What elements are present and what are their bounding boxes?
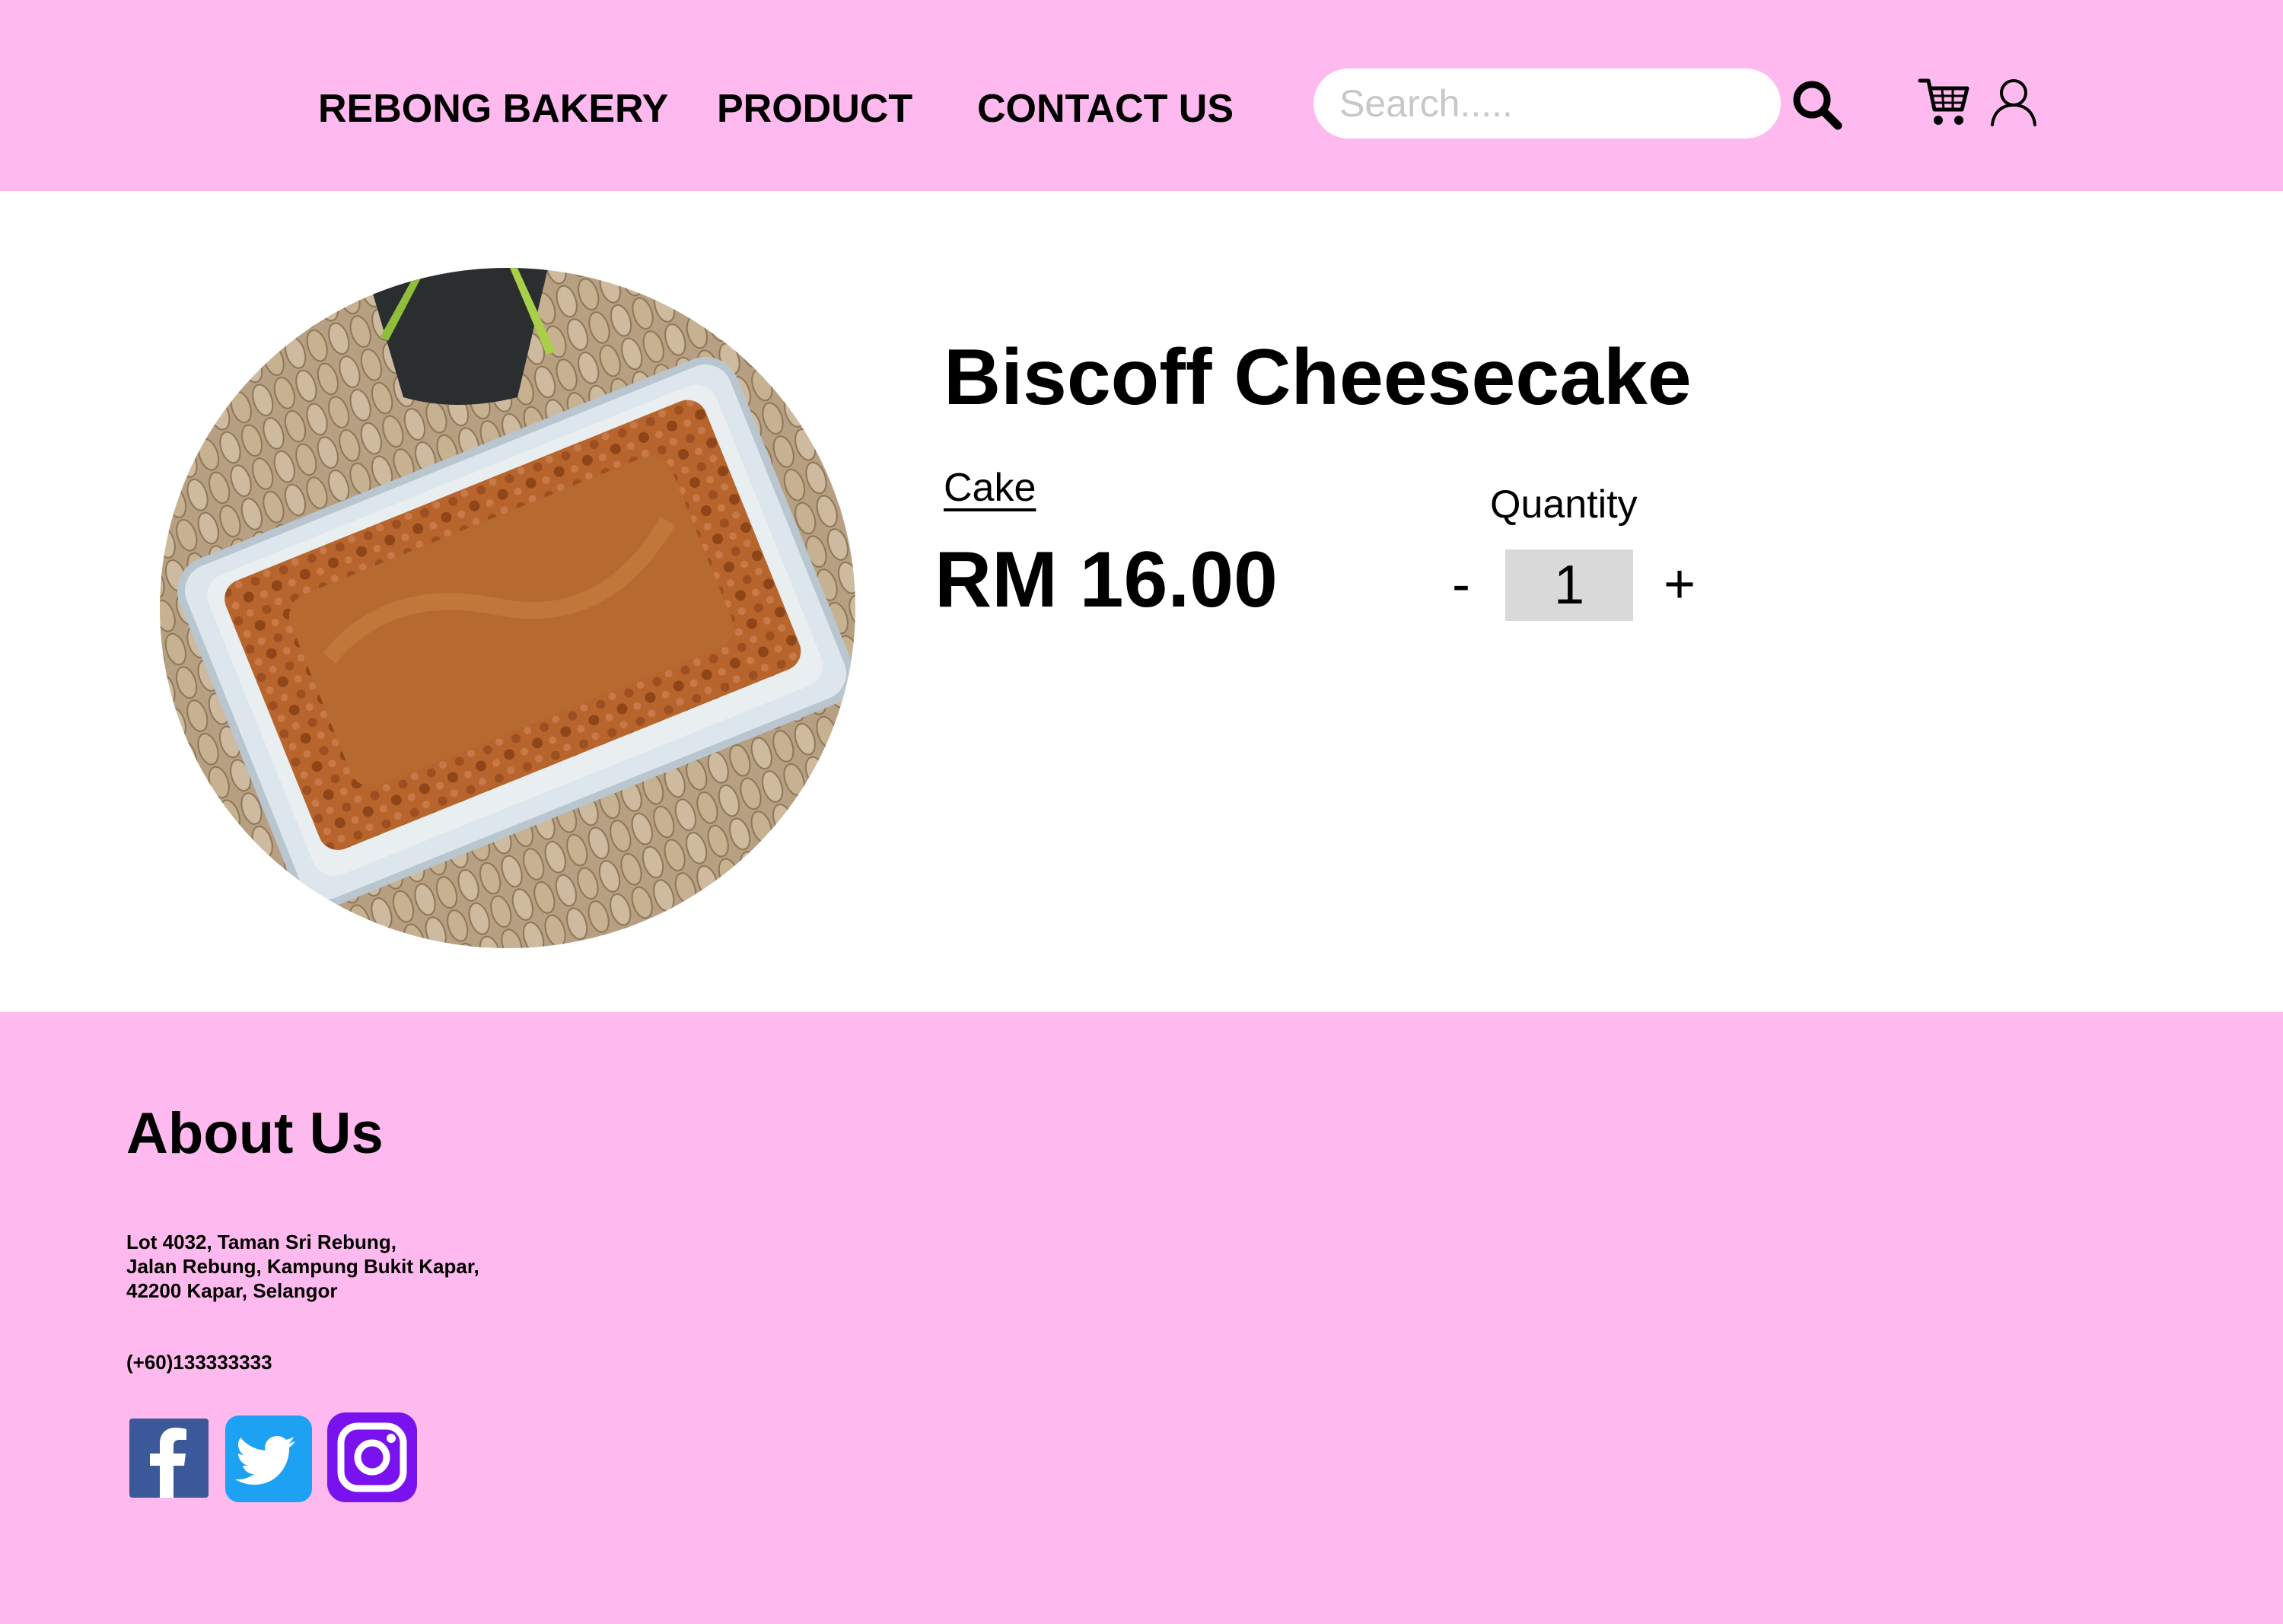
- phone-number: (+60)133333333: [126, 1351, 272, 1374]
- instagram-icon[interactable]: [327, 1412, 417, 1502]
- quantity-label: Quantity: [1490, 482, 1638, 527]
- address-line: 42200 Kapar, Selangor: [126, 1279, 338, 1302]
- brand-link[interactable]: REBONG BAKERY: [318, 85, 668, 132]
- search-icon[interactable]: [1791, 79, 1843, 131]
- user-icon[interactable]: [1989, 78, 2038, 126]
- product-image: [160, 268, 855, 948]
- quantity-input[interactable]: [1505, 549, 1633, 621]
- twitter-icon[interactable]: [225, 1415, 312, 1502]
- address-line: Lot 4032, Taman Sri Rebung,: [126, 1231, 396, 1253]
- quantity-decrease-button[interactable]: -: [1444, 549, 1478, 619]
- address: Lot 4032, Taman Sri Rebung, Jalan Rebung…: [126, 1230, 479, 1303]
- search-input[interactable]: [1313, 68, 1781, 139]
- header-bar: REBONG BAKERY PRODUCT CONTACT US: [0, 0, 2283, 191]
- footer: About Us Lot 4032, Taman Sri Rebung, Jal…: [0, 1012, 2283, 1624]
- address-line: Jalan Rebung, Kampung Bukit Kapar,: [126, 1255, 479, 1278]
- quantity-increase-button[interactable]: +: [1659, 549, 1700, 619]
- product-title: Biscoff Cheesecake: [944, 333, 1692, 422]
- nav-contact-link[interactable]: CONTACT US: [977, 85, 1234, 132]
- nav-product-link[interactable]: PRODUCT: [717, 85, 912, 132]
- category-link[interactable]: Cake: [944, 464, 1036, 511]
- about-us-heading: About Us: [126, 1101, 384, 1166]
- cart-icon[interactable]: [1918, 76, 1971, 128]
- facebook-icon[interactable]: [129, 1419, 209, 1498]
- product-price: RM 16.00: [935, 536, 1278, 624]
